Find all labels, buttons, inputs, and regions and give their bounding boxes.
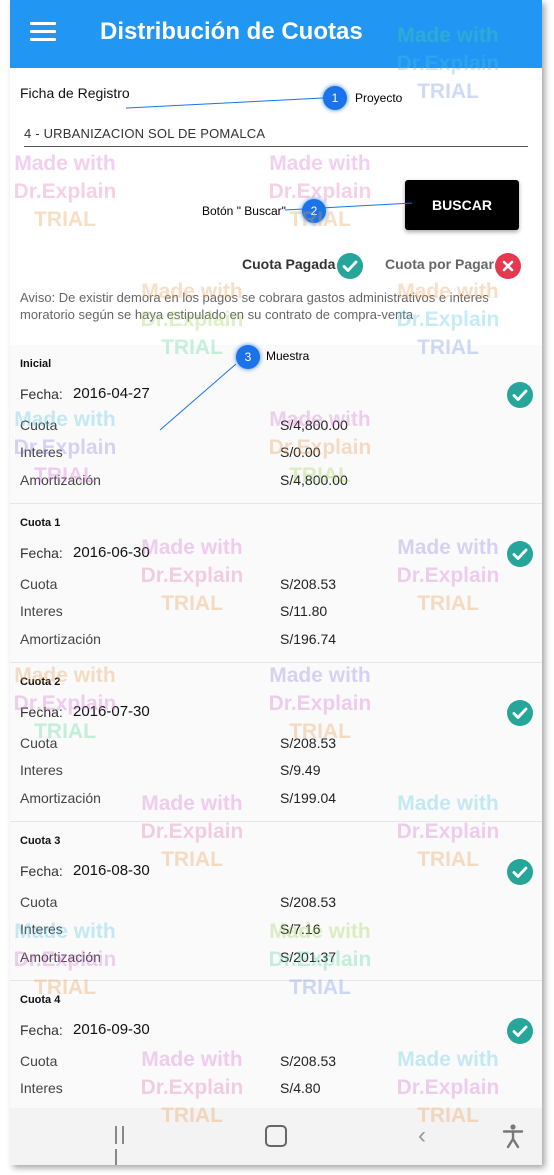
callout-text-1: Proyecto [355,91,403,105]
callout-text-3: Muestra [266,349,310,363]
callout-marker-3: 3 [236,345,260,369]
callout-text-2: Botón " Buscar" [202,204,286,218]
callout-marker-2: 2 [302,199,326,223]
callout-marker-1: 1 [323,86,347,110]
callout-leader-lines [125,97,413,431]
